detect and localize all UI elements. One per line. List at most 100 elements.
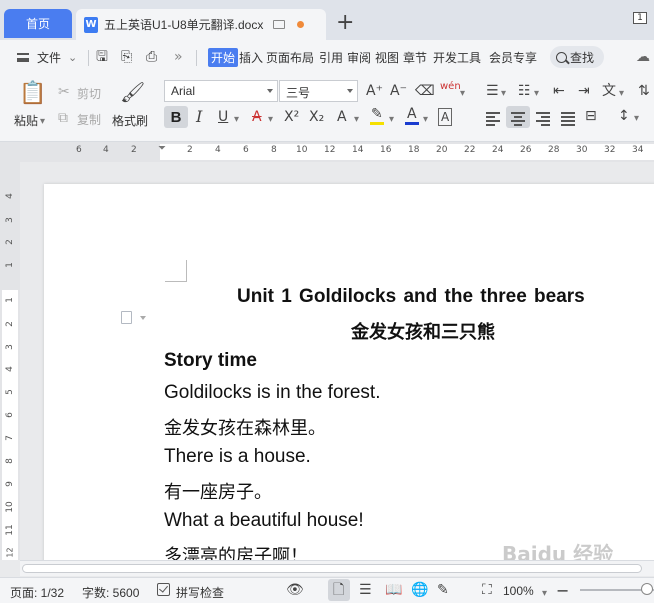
horizontal-ruler[interactable]: ⏷ 6 4 2 2 4 6 8 10 12 14 16 18 20 22 24 … [0,142,654,162]
outline-view-icon[interactable]: ☰ [359,582,372,598]
page-view-icon[interactable]: 🗋 [333,582,344,598]
vertical-ruler[interactable]: 4 3 2 1 1 2 3 4 5 6 7 8 9 10 11 12 [0,162,20,560]
chinese-layout-icon[interactable]: 文 [602,83,616,99]
align-right-icon[interactable] [536,112,550,128]
chevron-down-icon[interactable]: ▾ [354,112,359,128]
pinyin-guide-icon[interactable]: wén [440,79,461,95]
font-size-select[interactable]: 三号 [279,80,358,102]
chevron-down-icon[interactable]: ▾ [501,86,506,102]
chevron-down-icon[interactable]: ⌄ [68,50,77,66]
char-border-button[interactable]: A [438,108,453,126]
justify-icon[interactable] [561,112,575,128]
save-icon[interactable]: 🖫 [96,49,108,65]
line-spacing-icon[interactable]: ↕ [618,108,630,124]
document-line[interactable]: 多漂亮的房子啊！ [164,542,308,560]
indent-marker-icon[interactable]: ⏷ [158,141,166,157]
highlight-button[interactable]: ✎ [370,106,384,125]
chevron-down-icon[interactable]: ▾ [423,112,428,128]
format-painter-icon[interactable]: 🖌 [120,81,145,103]
zoom-slider-handle[interactable] [641,583,653,595]
search-button[interactable]: 查找 [550,46,604,68]
copy-button[interactable]: 复制 [77,111,101,128]
paste-button[interactable]: 粘贴 [14,112,38,129]
menu-view[interactable]: 视图 [375,49,399,66]
subscript-button[interactable]: X₂ [309,109,324,125]
word-count[interactable]: 字数: 5600 [82,584,139,601]
menu-developer[interactable]: 开发工具 [433,49,481,66]
menu-file[interactable]: 文件 [37,49,61,66]
eye-protection-icon[interactable]: 👁 [286,582,304,598]
menu-hamburger-icon[interactable] [17,53,29,62]
menu-member[interactable]: 会员专享 [489,49,537,66]
horizontal-scrollbar[interactable] [20,560,654,576]
more-icon[interactable]: » [174,49,183,65]
fit-window-icon[interactable]: ⛶ [482,582,492,598]
document-line[interactable]: 有一座房子。 [164,478,272,504]
pen-icon[interactable]: ✎ [437,582,449,598]
decrease-indent-icon[interactable]: ⇤ [553,83,565,99]
superscript-button[interactable]: X² [284,109,299,125]
monitor-icon[interactable] [273,20,286,29]
chevron-down-icon[interactable]: ▾ [619,86,624,102]
chevron-down-icon[interactable]: ▾ [40,114,45,130]
strikethrough-button[interactable]: A [252,109,262,125]
distribute-icon[interactable]: ⊟ [585,108,597,124]
menu-insert[interactable]: 插入 [239,49,263,66]
document-line[interactable]: What a beautiful house! [164,510,364,532]
export-icon[interactable]: ⎘ [121,49,132,65]
chevron-down-icon[interactable]: ▾ [268,112,273,128]
underline-button[interactable]: U [218,109,228,125]
document-line[interactable]: There is a house. [164,446,311,468]
document-line[interactable]: Story time [164,350,257,372]
numbered-list-icon[interactable]: ☷ [518,83,531,99]
align-center-icon[interactable] [511,112,525,128]
page-indicator[interactable]: 页面: 1/32 [10,584,64,601]
font-color-button[interactable]: A [405,106,419,125]
document-workspace[interactable]: Unit 1 Goldilocks and the three bears 金发… [20,162,654,560]
web-view-icon[interactable]: 🌐 [411,582,428,598]
document-line[interactable]: 金发女孩在森林里。 [164,414,326,440]
copy-icon[interactable]: ⧉ [58,110,68,126]
document-title-cn[interactable]: 金发女孩和三只熊 [351,318,495,344]
window-count-badge[interactable]: 1 [633,12,647,24]
menu-references[interactable]: 引用 [319,49,343,66]
chevron-down-icon[interactable]: ▾ [460,86,465,102]
menu-home[interactable]: 开始 [208,48,239,67]
text-effects-button[interactable]: A [337,109,347,125]
zoom-level[interactable]: 100% [503,584,534,598]
chevron-down-icon[interactable]: ▾ [234,112,239,128]
document-line[interactable]: Goldilocks is in the forest. [164,382,380,404]
scissors-icon[interactable]: ✂ [58,84,70,100]
chevron-down-icon[interactable] [140,316,146,320]
scrollbar-thumb[interactable] [22,564,642,573]
new-tab-button[interactable]: + [336,12,354,34]
menu-section[interactable]: 章节 [403,49,427,66]
chevron-down-icon[interactable]: ▾ [534,86,539,102]
reading-view-icon[interactable]: 📖 [385,582,402,598]
cloud-icon[interactable]: ☁ [636,49,650,65]
clear-format-icon[interactable]: ⌫ [415,83,435,99]
print-icon[interactable]: ⎙ [146,49,157,65]
format-painter-button[interactable]: 格式刷 [112,112,148,129]
shrink-font-icon[interactable]: A⁻ [390,83,407,99]
italic-button[interactable]: I [196,109,202,125]
align-left-icon[interactable] [486,112,500,128]
chevron-down-icon[interactable]: ▾ [389,112,394,128]
menu-review[interactable]: 审阅 [347,49,371,66]
grow-font-icon[interactable]: A⁺ [366,83,383,99]
tab-home[interactable]: 首页 [4,9,72,38]
spellcheck-checkbox[interactable] [157,583,170,596]
document-title-en[interactable]: Unit 1 Goldilocks and the three bears [237,286,585,308]
menu-page-layout[interactable]: 页面布局 [266,49,314,66]
tab-document[interactable]: W 五上英语U1-U8单元翻译.docx [76,9,326,40]
bullet-list-icon[interactable]: ☰ [486,83,499,99]
clipboard-icon[interactable]: 📋 [19,82,46,106]
sort-icon[interactable]: ⇅ [638,83,650,99]
font-name-select[interactable]: Arial [164,80,278,102]
increase-indent-icon[interactable]: ⇥ [578,83,590,99]
chevron-down-icon[interactable]: ▾ [542,586,547,602]
paragraph-doc-icon[interactable] [121,311,132,324]
chevron-down-icon[interactable]: ▾ [634,111,639,127]
document-page[interactable]: Unit 1 Goldilocks and the three bears 金发… [44,184,654,560]
bold-button[interactable]: B [164,106,188,128]
